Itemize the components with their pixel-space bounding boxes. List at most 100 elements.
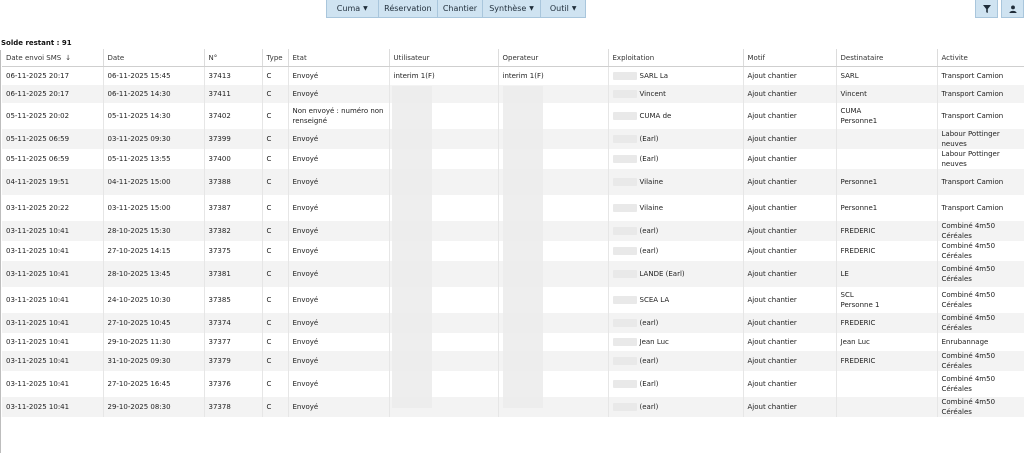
cell-type: C xyxy=(262,351,289,371)
destinataire-line2: Personne1 xyxy=(840,117,878,125)
cell-etat: Non envoyé : numéro non renseigné xyxy=(288,103,390,129)
redacted-text xyxy=(612,227,637,235)
exploitation-text: Vincent xyxy=(639,90,666,98)
col-exploitation[interactable]: Exploitation xyxy=(608,49,744,67)
cell-type: C xyxy=(262,397,289,417)
exploitation-text: (earl) xyxy=(639,357,659,365)
redacted-text xyxy=(612,319,637,327)
cell-motif: Ajout chantier xyxy=(743,371,837,397)
cell-activite: Combiné 4m50 Céréales xyxy=(937,397,1024,417)
cell-exploitation: (earl) xyxy=(608,313,744,333)
cell-activite: Combiné 4m50 Céréales xyxy=(937,221,1024,241)
cell-motif: Ajout chantier xyxy=(743,149,837,169)
filter-icon xyxy=(982,4,991,13)
cell-type: C xyxy=(262,333,289,351)
cell-activite: Labour Pottinger neuves xyxy=(937,149,1024,169)
cell-type: C xyxy=(262,169,289,195)
menu-synthese[interactable]: Synthèse ▼ xyxy=(483,0,542,17)
destinataire-text: FREDERIC xyxy=(840,319,876,327)
exploitation-text: CUMA de xyxy=(639,112,672,120)
cell-exploitation: (earl) xyxy=(608,397,744,417)
cell-date-envoi: 03-11-2025 10:41 xyxy=(2,221,104,241)
cell-motif: Ajout chantier xyxy=(743,351,837,371)
menu-chantier[interactable]: Chantier xyxy=(438,0,483,17)
redacted-text xyxy=(612,338,637,346)
cell-destinataire: SARL xyxy=(836,66,938,85)
redacted-operateur xyxy=(503,86,543,408)
caret-down-icon: ▼ xyxy=(363,5,368,12)
cell-destinataire: Vincent xyxy=(836,85,938,103)
cell-motif: Ajout chantier xyxy=(743,333,837,351)
cell-etat: Envoyé xyxy=(288,351,390,371)
exploitation-text: Vilaine xyxy=(639,204,664,212)
col-utilisateur[interactable]: Utilisateur xyxy=(389,49,499,67)
cell-date: 27-10-2025 14:15 xyxy=(103,241,205,261)
cell-destinataire: FREDERIC xyxy=(836,221,938,241)
cell-motif: Ajout chantier xyxy=(743,195,837,221)
cell-num: 37382 xyxy=(204,221,263,241)
cell-etat: Envoyé xyxy=(288,169,390,195)
main-menu: Cuma ▼ Réservation Chantier Synthèse ▼ Out… xyxy=(326,0,586,18)
cell-date-envoi: 03-11-2025 10:41 xyxy=(2,261,104,287)
cell-date-envoi: 05-11-2025 20:02 xyxy=(2,103,104,129)
col-motif[interactable]: Motif xyxy=(743,49,837,67)
exploitation-text: (Earl) xyxy=(639,155,659,163)
cell-activite: Transport Camion xyxy=(937,195,1024,221)
cell-type: C xyxy=(262,129,289,149)
destinataire-line1: SCL xyxy=(840,291,854,299)
col-date-envoi[interactable]: Date envoi SMS ↓ xyxy=(2,49,104,67)
table-header: Date envoi SMS ↓ Date N° Type Etat Utilis… xyxy=(2,49,1024,67)
cell-date-envoi: 03-11-2025 10:41 xyxy=(2,287,104,313)
cell-date-envoi: 03-11-2025 10:41 xyxy=(2,371,104,397)
cell-type: C xyxy=(262,371,289,397)
cell-exploitation: Vilaine xyxy=(608,195,744,221)
col-etat[interactable]: Etat xyxy=(288,49,390,67)
cell-type: C xyxy=(262,66,289,85)
exploitation-text: SARL La xyxy=(639,72,669,80)
menu-cuma[interactable]: Cuma ▼ xyxy=(327,0,379,17)
col-destinataire[interactable]: Destinataire xyxy=(836,49,938,67)
cell-date: 06-11-2025 15:45 xyxy=(103,66,205,85)
cell-date: 27-10-2025 10:45 xyxy=(103,313,205,333)
menu-outil[interactable]: Outil ▼ xyxy=(541,0,585,17)
cell-exploitation: (earl) xyxy=(608,221,744,241)
col-activite[interactable]: Activite xyxy=(937,49,1024,67)
cell-date-envoi: 05-11-2025 06:59 xyxy=(2,149,104,169)
cell-activite: Combiné 4m50 Céréales xyxy=(937,261,1024,287)
cell-activite: Enrubannage xyxy=(937,333,1024,351)
cell-etat: Envoyé xyxy=(288,66,390,85)
caret-down-icon: ▼ xyxy=(529,5,534,12)
redacted-text xyxy=(612,72,637,80)
cell-date: 28-10-2025 15:30 xyxy=(103,221,205,241)
cell-etat: Envoyé xyxy=(288,261,390,287)
caret-down-icon: ▼ xyxy=(571,5,577,12)
cell-etat: Envoyé xyxy=(288,397,390,417)
cell-num: 37399 xyxy=(204,129,263,149)
cell-date: 04-11-2025 15:00 xyxy=(103,169,205,195)
col-operateur[interactable]: Operateur xyxy=(498,49,609,67)
cell-activite: Combiné 4m50 Céréales xyxy=(937,241,1024,261)
table-row[interactable]: 06-11-2025 20:17 06-11-2025 15:45 37413 C En… xyxy=(2,66,1024,85)
exploitation-text: Jean Luc xyxy=(639,338,669,346)
cell-date: 06-11-2025 14:30 xyxy=(103,85,205,103)
cell-exploitation: SARL La xyxy=(608,66,744,85)
user-button[interactable] xyxy=(1001,0,1024,18)
filter-button[interactable] xyxy=(975,0,998,18)
cell-type: C xyxy=(262,241,289,261)
cell-date-envoi: 03-11-2025 10:41 xyxy=(2,397,104,417)
cell-date: 28-10-2025 13:45 xyxy=(103,261,205,287)
destinataire-line2: Personne1 xyxy=(840,204,878,212)
user-icon xyxy=(1008,4,1017,13)
cell-exploitation: (earl) xyxy=(608,351,744,371)
col-type[interactable]: Type xyxy=(262,49,289,67)
menu-reservation[interactable]: Réservation xyxy=(379,0,439,17)
cell-num: 37388 xyxy=(204,169,263,195)
exploitation-text: Vilaine xyxy=(639,178,664,186)
cell-date: 05-11-2025 14:30 xyxy=(103,103,205,129)
exploitation-text: (earl) xyxy=(639,247,659,255)
cell-date: 31-10-2025 09:30 xyxy=(103,351,205,371)
col-numero[interactable]: N° xyxy=(204,49,263,67)
cell-date: 05-11-2025 13:55 xyxy=(103,149,205,169)
col-date[interactable]: Date xyxy=(103,49,205,67)
cell-activite: Transport Camion xyxy=(937,85,1024,103)
